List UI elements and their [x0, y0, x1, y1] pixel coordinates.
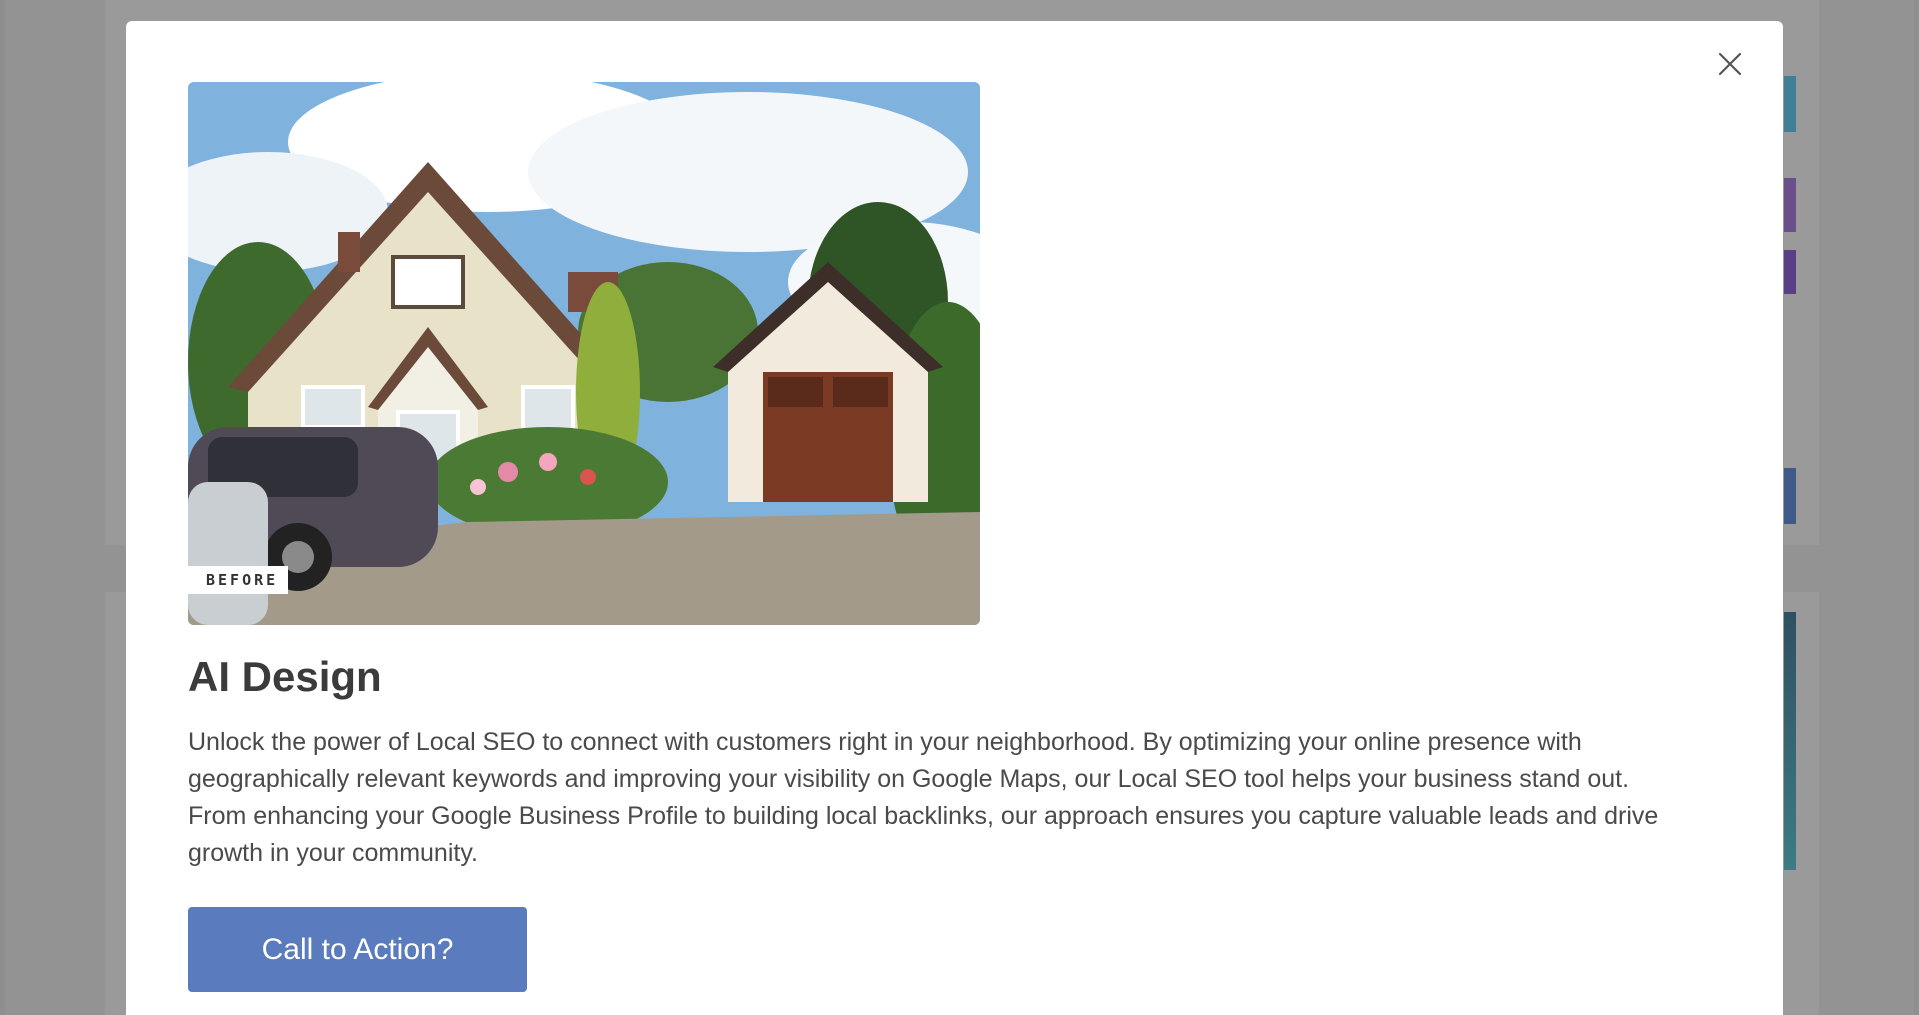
call-to-action-button[interactable]: Call to Action? — [188, 907, 527, 992]
modal-description: Unlock the power of Local SEO to connect… — [188, 728, 1659, 867]
close-button[interactable] — [1713, 47, 1747, 81]
modal-dialog: BEFORE AI Design Unlock the power of Loc… — [126, 21, 1783, 1015]
modal-title: AI Design — [188, 653, 382, 700]
before-badge: BEFORE — [188, 566, 289, 594]
house-photo: BEFORE — [188, 82, 980, 625]
background-accent — [1784, 468, 1796, 524]
background-accent — [1784, 612, 1796, 870]
background-accent — [1784, 76, 1796, 132]
close-icon[interactable] — [1718, 52, 1742, 76]
background-accent — [1784, 178, 1796, 232]
background-accent — [1784, 250, 1796, 294]
